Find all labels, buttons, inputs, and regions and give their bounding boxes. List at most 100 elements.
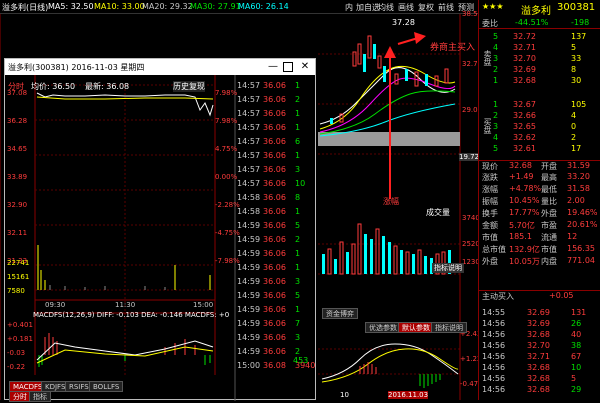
- popup-tick-row: 14:59 36.06 3: [237, 331, 327, 345]
- weibi-label: 委比: [482, 19, 498, 28]
- stat-label: 外盘: [482, 257, 498, 266]
- stat-value: +4.78%: [509, 184, 542, 193]
- popup-tick-price: 36.06: [263, 81, 286, 90]
- tick-row: 14:56 32.68 40: [479, 330, 600, 341]
- minimize-icon[interactable]: —: [267, 61, 279, 73]
- tick-volume: 131: [571, 308, 587, 317]
- popup-tick-volume: 3: [295, 165, 301, 174]
- stat-label: 现价: [482, 162, 498, 171]
- macd-tick: +0.401: [7, 321, 33, 329]
- maximize-icon[interactable]: [283, 62, 293, 72]
- sell-level: 1: [493, 76, 499, 85]
- tick-volume: 26: [571, 319, 582, 328]
- popup-tick-time: 14:57: [237, 123, 261, 132]
- avg-price-label: 均价: 36.50: [31, 82, 76, 91]
- popup-tick-price: 36.06: [263, 109, 286, 118]
- buy-order-row: 2 32.66 4: [479, 111, 600, 122]
- tab-capital-game[interactable]: 资金博弈: [322, 308, 358, 319]
- close-icon[interactable]: ✕: [299, 61, 311, 73]
- tick-price: 32.68: [527, 330, 550, 339]
- tick-row: 14:56 32.70 38: [479, 341, 600, 352]
- menu-item-add-watch[interactable]: 加自选: [356, 2, 380, 13]
- ind-tick-2: -0.47: [460, 380, 479, 388]
- tab-optimized-params[interactable]: 优选参数: [365, 322, 401, 333]
- tick-volume: 40: [571, 330, 582, 339]
- popup-tick-time: 14:57: [237, 151, 261, 160]
- popup-tick-price: 36.06: [263, 235, 286, 244]
- popup-tick-time: 14:59: [237, 235, 261, 244]
- stat-value: 10.05万: [509, 257, 540, 266]
- x-axis-label: 10: [340, 391, 349, 399]
- tick-time: 14:56: [482, 385, 506, 394]
- tick-volume: 29: [571, 385, 582, 394]
- date-cursor-label: 2016.11.03: [388, 391, 429, 399]
- popup-tick-volume: 6: [295, 137, 301, 146]
- tab-indicator-help[interactable]: 指标说明: [431, 322, 467, 333]
- indicator-help-button[interactable]: 指标说明: [432, 263, 464, 273]
- popup-tick-price: 36.06: [263, 95, 286, 104]
- volume-tick: 7580: [7, 287, 25, 295]
- sell-order-row: 2 32.69 8: [479, 65, 600, 76]
- weibi-value: -44.51%: [515, 18, 549, 27]
- buy-order-row: 1 32.67 105: [479, 100, 600, 111]
- sell-volume: 8: [571, 65, 577, 74]
- popup-tick-row: 14:57 36.06 1: [237, 107, 327, 121]
- menu-item-draw[interactable]: 画线: [398, 2, 414, 13]
- stat-value: 17.77%: [509, 208, 540, 217]
- sell-price: 32.72: [513, 32, 536, 41]
- menu-item-ma[interactable]: 均线: [378, 2, 394, 13]
- stat-value: 5.70亿: [509, 221, 535, 230]
- intraday-popup-window[interactable]: 溢多利(300381) 2016-11-03 星期四 — ✕ 分时 均价: 36…: [4, 58, 316, 402]
- macd-label: MACDFS(12,26,9) DIFF: -0.103 DEA: -0.146…: [33, 311, 230, 319]
- sell-level: 5: [493, 32, 499, 41]
- stat-label: 总市值: [482, 245, 506, 254]
- tick-row: 14:56 32.71 67: [479, 352, 600, 363]
- tick-price: 32.70: [527, 341, 550, 350]
- tick-price: 32.69: [527, 308, 550, 317]
- popup-tick-row: 14:59 36.06 5: [237, 289, 327, 303]
- tick-volume: 67: [571, 352, 582, 361]
- popup-tick-row: 14:57 36.06 1: [237, 79, 327, 93]
- popup-tick-volume: 10: [295, 179, 306, 188]
- bottom-tab-intraday[interactable]: 分时: [9, 391, 31, 402]
- stat-value: 33.20: [567, 172, 590, 181]
- stock-label: 溢多利(日线): [2, 3, 49, 12]
- stat-row: 外盘 10.05万 内盘 771.04: [479, 256, 600, 267]
- popup-tick-row: 14:57 36.06 3: [237, 163, 327, 177]
- popup-tick-volume: 1: [295, 305, 301, 314]
- time-label-1130: 11:30: [115, 301, 136, 309]
- buy-level: 2: [493, 111, 499, 120]
- ma30-label: MA30: 27.91: [190, 2, 241, 11]
- buy-volume: 105: [571, 100, 587, 109]
- bottom-tab-indicator[interactable]: 指标: [29, 391, 51, 402]
- popup-tick-row: 14:59 36.06 2: [237, 233, 327, 247]
- rating-stars: ★★★: [482, 2, 504, 11]
- sell-order-row: 1 32.68 30: [479, 76, 600, 87]
- popup-tick-row: 14:59 36.06 1: [237, 303, 327, 317]
- tab-default-params[interactable]: 默认参数: [398, 322, 434, 333]
- popup-tick-price: 36.06: [263, 249, 286, 258]
- popup-tick-volume: 1: [295, 123, 301, 132]
- last-tick-extra: 453: [293, 356, 309, 365]
- tick-price: 32.68: [527, 363, 550, 372]
- tab-bollfs[interactable]: BOLLFS: [89, 381, 124, 392]
- popup-tick-volume: 1: [295, 263, 301, 272]
- stat-value: 32.68: [509, 161, 532, 170]
- popup-tick-price: 36.06: [263, 165, 286, 174]
- popup-tick-price: 36.06: [263, 137, 286, 146]
- tick-volume: 38: [571, 341, 582, 350]
- menu-item-nei[interactable]: 内: [345, 2, 353, 13]
- stat-value: +1.49: [509, 172, 534, 181]
- stat-row: 市值 185.1 流通 12: [479, 232, 600, 243]
- sell-order-row: 4 32.71 5: [479, 43, 600, 54]
- menu-item-frontline[interactable]: 前线: [438, 2, 454, 13]
- price-tick: 32.90: [7, 201, 28, 209]
- popup-tick-volume: 1: [295, 81, 301, 90]
- tick-time: 14:56: [482, 341, 506, 350]
- history-replay-button[interactable]: 历史复现: [173, 81, 205, 92]
- menu-item-adjust[interactable]: 复权: [418, 2, 434, 13]
- buy-order-row: 4 32.62 2: [479, 133, 600, 144]
- popup-titlebar[interactable]: 溢多利(300381) 2016-11-03 星期四 — ✕: [5, 59, 315, 75]
- price-tick: 32.11: [7, 229, 28, 237]
- popup-tick-time: 14:59: [237, 221, 261, 230]
